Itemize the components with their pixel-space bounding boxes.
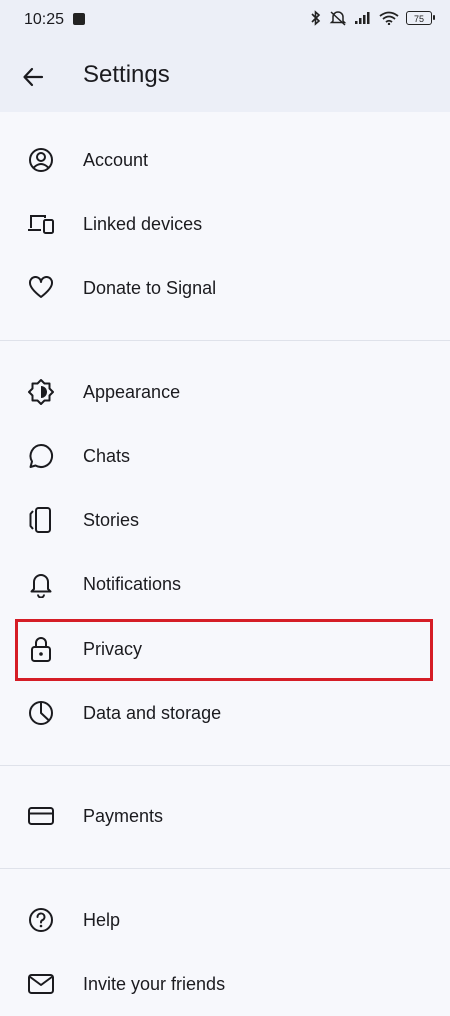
chat-icon	[27, 442, 55, 470]
highlight-box	[15, 619, 433, 681]
settings-item-label: Notifications	[83, 573, 182, 594]
appearance-icon	[27, 378, 55, 406]
status-time: 10:25	[24, 11, 65, 28]
bluetooth-icon	[311, 10, 321, 26]
settings-item-linked-devices[interactable]: Linked devices	[0, 192, 450, 256]
bell-icon	[27, 570, 55, 598]
settings-item-stories[interactable]: Stories	[0, 488, 450, 552]
mail-icon	[27, 970, 55, 998]
status-bar: 10:25 75	[0, 0, 450, 40]
settings-item-donate[interactable]: Donate to Signal	[0, 256, 450, 320]
pie-chart-icon	[27, 699, 55, 727]
settings-item-label: Invite your friends	[83, 973, 226, 994]
settings-item-label: Payments	[83, 805, 164, 826]
mute-icon	[329, 11, 347, 26]
settings-item-account[interactable]: Account	[0, 128, 450, 192]
back-arrow-icon	[23, 67, 44, 87]
linked-devices-icon	[27, 210, 55, 238]
settings-item-appearance[interactable]: Appearance	[0, 360, 450, 424]
page-title: Settings	[83, 61, 170, 88]
settings-item-invite[interactable]: Invite your friends	[0, 952, 450, 1016]
settings-item-payments[interactable]: Payments	[0, 784, 450, 848]
settings-item-data-storage[interactable]: Data and storage	[0, 681, 450, 745]
settings-item-help[interactable]: Help	[0, 888, 450, 952]
settings-item-label: Chats	[83, 445, 131, 466]
divider	[0, 765, 450, 766]
settings-item-label: Linked devices	[83, 213, 203, 234]
help-icon	[27, 906, 55, 934]
settings-item-notifications[interactable]: Notifications	[0, 552, 450, 616]
settings-item-label: Help	[83, 909, 121, 930]
signal-icon	[355, 12, 370, 24]
settings-item-label: Data and storage	[83, 702, 222, 723]
back-button[interactable]	[16, 60, 50, 94]
app-bar: Settings	[0, 40, 450, 112]
status-icons: 75	[310, 10, 435, 26]
account-icon	[27, 146, 55, 174]
card-icon	[27, 802, 55, 830]
divider	[0, 868, 450, 869]
settings-item-label: Appearance	[83, 381, 181, 402]
settings-item-chats[interactable]: Chats	[0, 424, 450, 488]
battery-icon: 75	[406, 11, 435, 25]
notification-icon	[73, 13, 85, 25]
wifi-icon	[379, 11, 399, 25]
heart-icon	[27, 274, 55, 302]
settings-item-label: Account	[83, 149, 149, 170]
divider	[0, 340, 450, 341]
stories-icon	[27, 506, 55, 534]
settings-item-label: Stories	[83, 509, 140, 530]
settings-item-label: Donate to Signal	[83, 277, 217, 298]
